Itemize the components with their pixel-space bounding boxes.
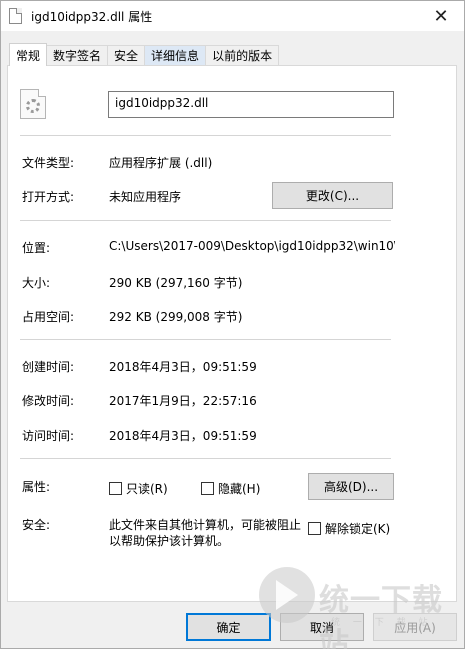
- security-label: 安全:: [22, 518, 51, 532]
- file-type-label: 文件类型:: [22, 156, 75, 170]
- tab-strip: 常规 数字签名 安全 详细信息 以前的版本: [9, 43, 280, 66]
- size-on-disk-value: 292 KB (299,008 字节): [109, 310, 243, 324]
- created-label: 创建时间:: [22, 360, 75, 374]
- unblock-checkbox[interactable]: 解除锁定(K): [308, 520, 390, 537]
- ok-button[interactable]: 确定: [186, 613, 271, 641]
- checkbox-box[interactable]: [308, 522, 321, 535]
- accessed-value: 2018年4月3日，09:51:59: [109, 429, 257, 443]
- hidden-label: 隐藏(H): [218, 482, 261, 496]
- gear-icon: [26, 99, 40, 113]
- divider: [20, 135, 391, 136]
- watermark-subtext: 统 一 下 载 站: [331, 618, 433, 628]
- file-type-value: 应用程序扩展 (.dll): [109, 156, 213, 170]
- size-on-disk-label: 占用空间:: [22, 310, 75, 324]
- change-button[interactable]: 更改(C)...: [272, 182, 393, 209]
- tab-details[interactable]: 详细信息: [144, 45, 207, 65]
- hidden-checkbox[interactable]: 隐藏(H): [201, 480, 260, 497]
- advanced-button[interactable]: 高级(D)...: [308, 473, 394, 500]
- watermark-text: 统一下载站: [319, 583, 443, 649]
- tab-digital-signatures[interactable]: 数字签名: [46, 45, 109, 65]
- modified-label: 修改时间:: [22, 394, 75, 408]
- title-bar[interactable]: igd10idpp32.dll 属性 ✕: [1, 1, 464, 31]
- attributes-label: 属性:: [22, 480, 51, 494]
- checkbox-box[interactable]: [201, 482, 214, 495]
- file-icon: [9, 8, 22, 24]
- unblock-label: 解除锁定(K): [325, 522, 391, 536]
- watermark-logo-icon: [259, 567, 315, 623]
- close-icon[interactable]: ✕: [418, 1, 464, 31]
- tab-previous-versions[interactable]: 以前的版本: [205, 45, 280, 65]
- location-label: 位置:: [22, 241, 51, 255]
- size-label: 大小:: [22, 276, 51, 290]
- divider: [20, 458, 391, 459]
- window-title: igd10idpp32.dll 属性: [31, 10, 153, 24]
- security-text-line2: 以帮助保护该计算机。: [109, 534, 230, 548]
- readonly-checkbox[interactable]: 只读(R): [109, 480, 168, 497]
- checkbox-box[interactable]: [109, 482, 122, 495]
- properties-window: igd10idpp32.dll 属性 ✕ 常规 数字签名 安全 详细信息 以前的…: [0, 0, 465, 649]
- file-name-field[interactable]: igd10idpp32.dll: [108, 91, 394, 118]
- readonly-label: 只读(R): [126, 482, 168, 496]
- size-value: 290 KB (297,160 字节): [109, 276, 243, 290]
- security-text-line1: 此文件来自其他计算机，可能被阻止: [109, 518, 302, 532]
- divider: [20, 220, 391, 221]
- location-value: C:\Users\2017-009\Desktop\igd10idpp32\wi…: [109, 239, 395, 253]
- dll-file-gear-icon: [20, 89, 46, 119]
- accessed-label: 访问时间:: [22, 429, 75, 443]
- divider: [20, 339, 391, 340]
- modified-value: 2017年1月9日，22:57:16: [109, 394, 257, 408]
- open-with-value: 未知应用程序: [109, 190, 182, 204]
- tab-general[interactable]: 常规: [9, 43, 48, 66]
- open-with-label: 打开方式:: [22, 190, 75, 204]
- created-value: 2018年4月3日，09:51:59: [109, 360, 257, 374]
- tab-security[interactable]: 安全: [107, 45, 146, 65]
